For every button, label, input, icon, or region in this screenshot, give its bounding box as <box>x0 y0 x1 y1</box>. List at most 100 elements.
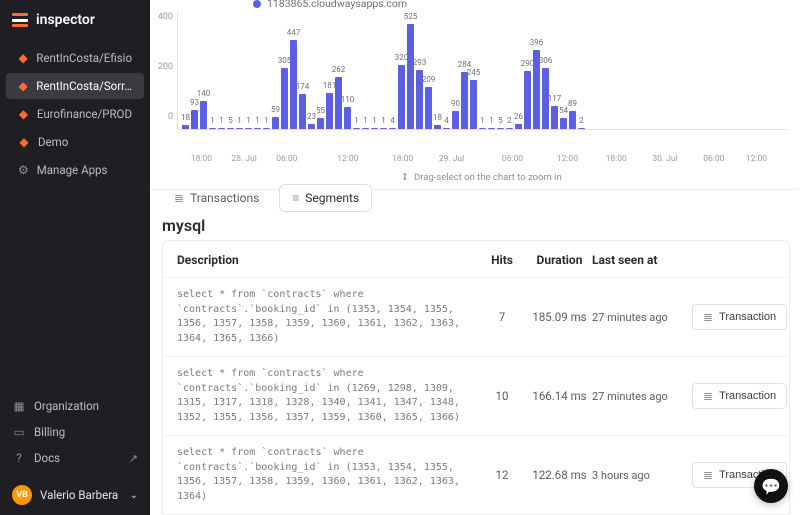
bar-label: 1 <box>210 116 215 125</box>
chart-legend[interactable]: 1183865.cloudwaysapps.com <box>253 0 787 10</box>
bar-label: 174 <box>296 82 310 91</box>
sidebar-item-app-3[interactable]: ◆ Demo <box>6 129 144 155</box>
bar[interactable]: 59 <box>272 117 279 129</box>
footer-label: Docs <box>34 451 60 465</box>
bar[interactable]: 93 <box>191 110 198 129</box>
y-axis: 400 200 0 <box>150 12 173 122</box>
card-icon: ▭ <box>12 425 26 439</box>
bar[interactable]: 2 <box>578 128 585 129</box>
bar[interactable]: 1 <box>263 128 270 129</box>
table-row: select * from `contracts` where `contrac… <box>163 278 789 357</box>
brand[interactable]: inspector <box>0 0 150 40</box>
bar[interactable]: 117 <box>551 106 558 129</box>
bar-label: 2 <box>579 116 584 125</box>
bar-label: 1 <box>480 116 485 125</box>
bar[interactable]: 1 <box>353 128 360 129</box>
tab-label: Transactions <box>190 191 259 205</box>
legend-label: 1183865.cloudwaysapps.com <box>267 0 407 10</box>
brand-logo-icon <box>12 13 28 27</box>
bar[interactable]: 1 <box>209 128 216 129</box>
sidebar-item-app-0[interactable]: ◆ RentInCosta/Efisio <box>6 45 144 71</box>
bar[interactable]: 1 <box>245 128 252 129</box>
bar-label: 140 <box>197 89 211 98</box>
transaction-label: Transaction <box>719 311 776 323</box>
cell-sql: select * from `contracts` where `contrac… <box>177 288 477 346</box>
bar[interactable]: 209 <box>425 87 432 129</box>
transaction-button[interactable]: ≣ Transaction <box>692 383 787 409</box>
bar-label: 90 <box>451 99 460 108</box>
cell-hits: 12 <box>477 468 527 482</box>
bar[interactable]: 1 <box>479 128 486 129</box>
transaction-label: Transaction <box>719 390 776 402</box>
bar-label: 4 <box>390 116 395 125</box>
bar-label: 1 <box>372 116 377 125</box>
legend-dot-icon <box>253 0 261 8</box>
bar-label: 2 <box>507 116 512 125</box>
bar[interactable]: 290 <box>524 71 531 129</box>
bar-label: 1 <box>381 116 386 125</box>
bar[interactable]: 140 <box>200 101 207 129</box>
sidebar-item-billing[interactable]: ▭ Billing <box>0 419 150 445</box>
bar[interactable]: 5 <box>227 128 234 129</box>
user-menu[interactable]: VB Valerio Barbera ⌄ <box>0 477 150 515</box>
bar[interactable]: 284 <box>461 72 468 129</box>
bar[interactable]: 174 <box>299 94 306 129</box>
bar[interactable]: 55 <box>317 118 324 129</box>
table-row: select * from `contracts` where `contrac… <box>163 357 789 436</box>
chart-area[interactable]: 400 200 0 189314011511115930544717423551… <box>177 12 787 150</box>
bar[interactable]: 18 <box>182 125 189 129</box>
segments-table: Description Hits Duration Last seen at s… <box>162 240 790 515</box>
bar[interactable]: 1 <box>218 128 225 129</box>
bar-label: 55 <box>316 106 325 115</box>
tab-segments[interactable]: ≡ Segments <box>279 184 372 212</box>
main: 1183865.cloudwaysapps.com 400 200 0 1893… <box>150 0 800 515</box>
bar[interactable]: 23 <box>308 124 315 129</box>
x-tick: 18:00 <box>606 154 627 164</box>
cell-last-seen: 3 hours ago <box>592 469 692 482</box>
bar-label: 4 <box>444 116 449 125</box>
bar-label: 110 <box>341 95 355 104</box>
app-icon: ◆ <box>18 52 28 64</box>
bar[interactable]: 90 <box>452 111 459 129</box>
transaction-button[interactable]: ≣Transaction <box>692 304 787 330</box>
user-name: Valerio Barbera <box>40 488 118 502</box>
bar[interactable]: 5 <box>497 128 504 129</box>
bar[interactable]: 18 <box>434 125 441 129</box>
bar[interactable]: 4 <box>389 128 396 129</box>
bar[interactable]: 1 <box>488 128 495 129</box>
bar[interactable]: 2 <box>506 128 513 129</box>
bar[interactable]: 4 <box>443 128 450 129</box>
sidebar-item-docs[interactable]: ? Docs ↗ <box>0 445 150 471</box>
bar[interactable]: 181 <box>326 93 333 129</box>
bar[interactable]: 525 <box>407 24 414 129</box>
bar[interactable]: 54 <box>560 118 567 129</box>
x-tick: 12:00 <box>337 154 358 164</box>
chart-plot[interactable]: 1893140115111159305447174235518126211011… <box>177 12 787 130</box>
bar[interactable]: 1 <box>371 128 378 129</box>
stack-icon: ≣ <box>703 389 713 403</box>
sidebar-item-manage-apps[interactable]: ⚙ Manage Apps <box>6 157 144 183</box>
bar[interactable]: 1 <box>362 128 369 129</box>
bar-label: 54 <box>559 106 568 115</box>
bar[interactable]: 1 <box>254 128 261 129</box>
bar-label: 1 <box>264 116 269 125</box>
cell-hits: 7 <box>477 310 527 324</box>
bar[interactable]: 245 <box>470 80 477 129</box>
sidebar-item-app-2[interactable]: ◆ Eurofinance/PROD <box>6 101 144 127</box>
sidebar-item-organization[interactable]: ▦ Organization <box>0 393 150 419</box>
bar[interactable]: 26 <box>515 124 522 129</box>
bar[interactable]: 320 <box>398 65 405 129</box>
bar[interactable]: 110 <box>344 107 351 129</box>
chat-icon: 💬 <box>761 477 781 496</box>
bar[interactable]: 305 <box>281 68 288 129</box>
bar-label: 1 <box>237 116 242 125</box>
bar[interactable]: 1 <box>236 128 243 129</box>
bar[interactable]: 1 <box>380 128 387 129</box>
chat-button[interactable]: 💬 <box>754 469 788 503</box>
bar[interactable]: 89 <box>569 111 576 129</box>
sidebar-item-app-1[interactable]: ◆ RentInCosta/Sorr… <box>6 73 144 99</box>
section-title: mysql <box>162 216 205 235</box>
gear-icon: ⚙ <box>18 163 29 177</box>
bar-label: 93 <box>190 98 199 107</box>
tab-transactions[interactable]: ≣ Transactions <box>162 185 271 211</box>
